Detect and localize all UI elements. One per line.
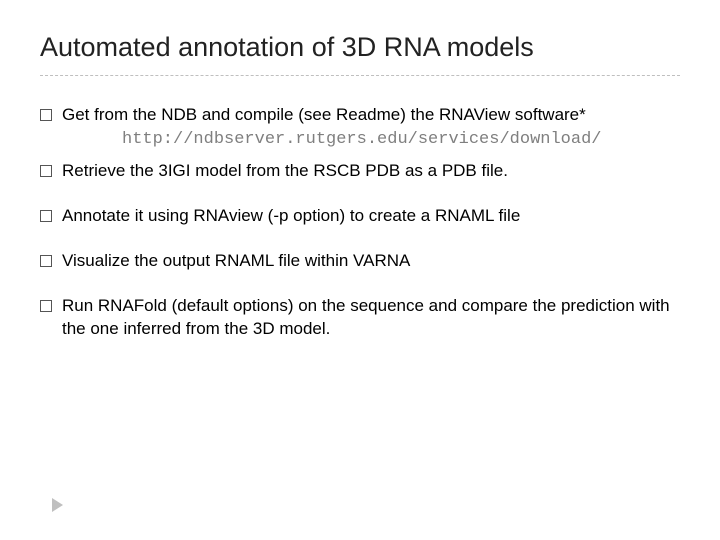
bullet-text: Get from the NDB and compile (see Readme… — [62, 105, 586, 124]
arrow-right-icon — [52, 498, 63, 512]
bullet-item-2: Retrieve the 3IGI model from the RSCB PD… — [40, 160, 680, 183]
bullet-url: http://ndbserver.rutgers.edu/services/do… — [62, 129, 680, 152]
bullet-text: Retrieve the 3IGI model from the RSCB PD… — [62, 161, 508, 180]
bullet-item-3: Annotate it using RNAview (-p option) to… — [40, 205, 680, 228]
bullet-list: Get from the NDB and compile (see Readme… — [40, 104, 680, 341]
bullet-text: Visualize the output RNAML file within V… — [62, 251, 410, 270]
page-title: Automated annotation of 3D RNA models — [40, 32, 680, 76]
slide: Automated annotation of 3D RNA models Ge… — [0, 0, 720, 540]
bullet-item-5: Run RNAFold (default options) on the seq… — [40, 295, 680, 341]
bullet-text: Annotate it using RNAview (-p option) to… — [62, 206, 520, 225]
bullet-item-4: Visualize the output RNAML file within V… — [40, 250, 680, 273]
bullet-text: Run RNAFold (default options) on the seq… — [62, 296, 670, 338]
bullet-item-1: Get from the NDB and compile (see Readme… — [40, 104, 680, 152]
